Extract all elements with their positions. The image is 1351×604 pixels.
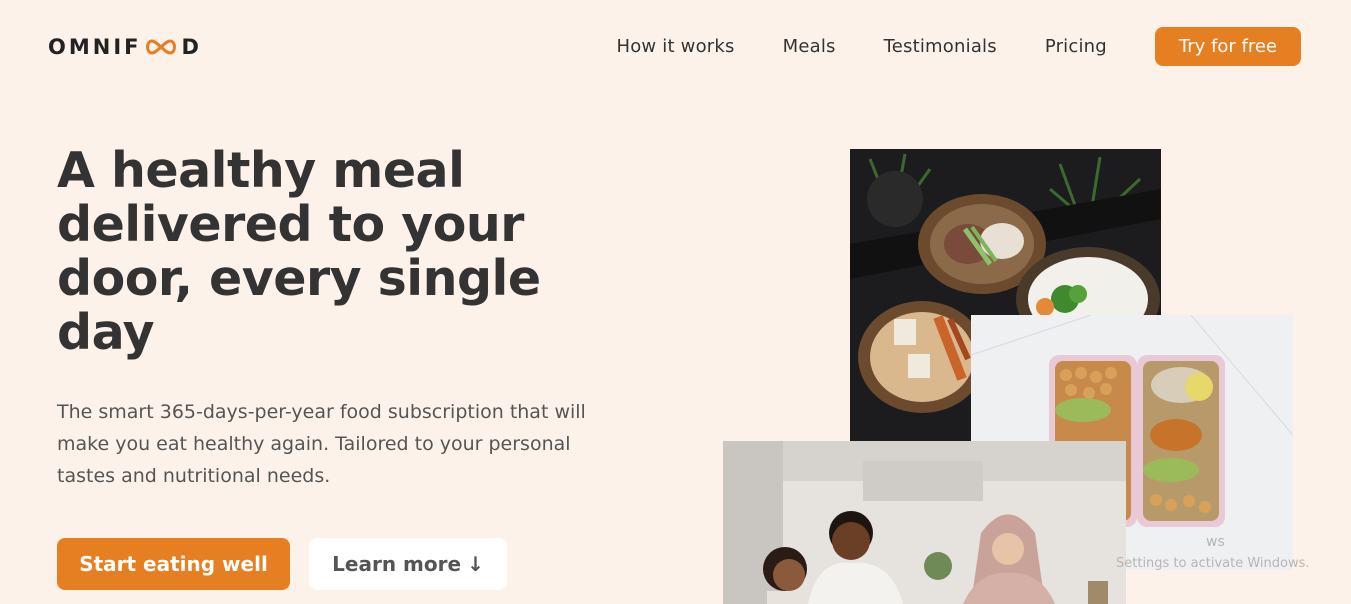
nav-link-how-it-works[interactable]: How it works [616, 36, 734, 57]
learn-more-label: Learn more [332, 552, 462, 576]
nav-link-testimonials[interactable]: Testimonials [884, 36, 997, 57]
infinity-icon [146, 39, 177, 55]
nav-link-pricing[interactable]: Pricing [1045, 36, 1107, 57]
hero-description: The smart 365-days-per-year food subscri… [57, 401, 586, 487]
logo-text-right: D [181, 35, 202, 59]
logo-text-left: OMNIF [48, 35, 142, 59]
learn-more-button[interactable]: Learn more ↓ [309, 538, 507, 590]
hero-image-family [723, 441, 1126, 604]
site-header: OMNIF D How it works Meals Testimonials … [0, 0, 1351, 96]
windows-activation-watermark-line2: Settings to activate Windows. [1116, 556, 1310, 571]
try-for-free-button[interactable]: Try for free [1154, 27, 1301, 66]
omnifood-logo[interactable]: OMNIF D [48, 35, 202, 59]
arrow-down-icon: ↓ [467, 552, 484, 576]
hero-title: A healthy meal delivered to your door, e… [57, 142, 541, 361]
nav-link-meals[interactable]: Meals [783, 36, 836, 57]
start-eating-well-button[interactable]: Start eating well [57, 538, 290, 590]
main-nav: How it works Meals Testimonials Pricing … [616, 27, 1301, 66]
windows-activation-watermark-line1: ws [1206, 534, 1225, 550]
